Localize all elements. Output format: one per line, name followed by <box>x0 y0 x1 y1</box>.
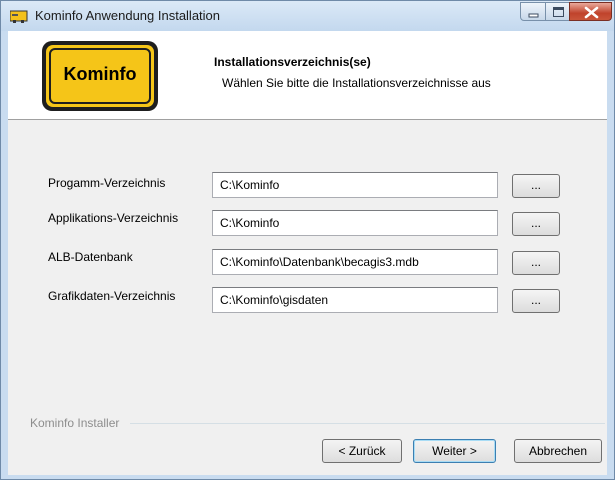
dialog-header: Kominfo Installationsverzeichnis(se) Wäh… <box>8 31 607 120</box>
next-button[interactable]: Weiter > <box>413 439 496 463</box>
application-dir-browse-button[interactable]: ... <box>512 212 560 236</box>
back-button[interactable]: < Zurück <box>322 439 402 463</box>
group-divider <box>130 423 605 424</box>
graphics-dir-label: Grafikdaten-Verzeichnis <box>48 289 176 303</box>
alb-database-input[interactable] <box>212 249 498 275</box>
logo-text: Kominfo <box>63 64 137 84</box>
dialog-client-area: Kominfo Installationsverzeichnis(se) Wäh… <box>8 31 607 475</box>
installer-window: Kominfo Anwendung Installation Kominfo I… <box>0 0 615 480</box>
program-dir-input[interactable] <box>212 172 498 198</box>
close-icon <box>584 6 599 19</box>
graphics-dir-input[interactable] <box>212 287 498 313</box>
alb-database-label: ALB-Datenbank <box>48 250 133 264</box>
page-subtitle: Wählen Sie bitte die Installationsverzei… <box>222 76 491 90</box>
program-dir-browse-button[interactable]: ... <box>512 174 560 198</box>
maximize-icon <box>553 7 564 17</box>
kominfo-logo: Kominfo <box>41 40 159 112</box>
title-bar[interactable]: Kominfo Anwendung Installation <box>1 1 614 31</box>
minimize-icon <box>528 13 539 18</box>
minimize-button[interactable] <box>520 2 546 21</box>
close-button[interactable] <box>569 2 612 21</box>
installer-app-icon <box>9 9 28 23</box>
page-title: Installationsverzeichnis(se) <box>214 55 371 69</box>
cancel-button[interactable]: Abbrechen <box>514 439 602 463</box>
application-dir-label: Applikations-Verzeichnis <box>48 211 179 225</box>
installer-group-label: Kominfo Installer <box>30 416 124 430</box>
window-title: Kominfo Anwendung Installation <box>35 8 221 23</box>
program-dir-label: Progamm-Verzeichnis <box>48 176 166 190</box>
alb-database-browse-button[interactable]: ... <box>512 251 560 275</box>
maximize-button[interactable] <box>545 2 570 21</box>
graphics-dir-browse-button[interactable]: ... <box>512 289 560 313</box>
application-dir-input[interactable] <box>212 210 498 236</box>
